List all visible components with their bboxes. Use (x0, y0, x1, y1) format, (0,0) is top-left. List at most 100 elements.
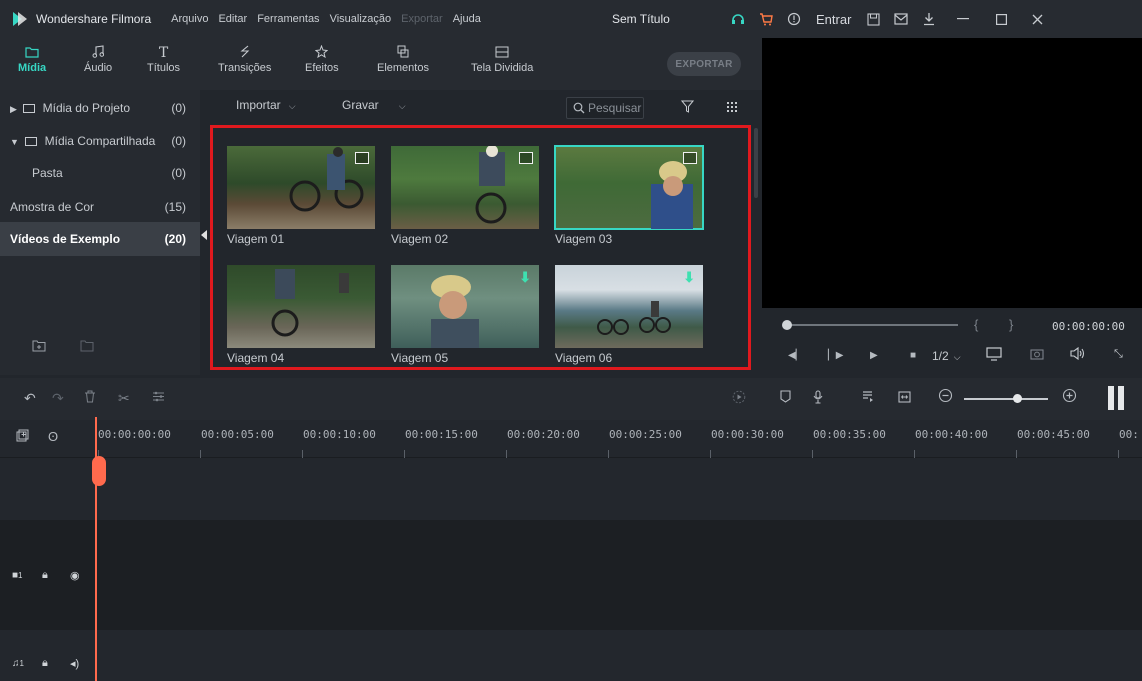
collapse-panel-icon[interactable] (201, 230, 207, 240)
tab-audio[interactable]: Áudio (84, 44, 112, 74)
tab-efeitos[interactable]: Efeitos (305, 44, 339, 74)
timeline-handle-left[interactable] (1108, 386, 1114, 410)
maximize-icon[interactable] (983, 0, 1019, 38)
render-icon[interactable] (732, 390, 746, 407)
zoom-slider-handle[interactable] (1013, 394, 1022, 403)
media-clip[interactable]: ⬇ Viagem 06 (555, 265, 703, 365)
volume-icon[interactable] (1070, 346, 1086, 363)
login-link[interactable]: Entrar (808, 12, 859, 27)
library-item-midia-do-projeto[interactable]: ▶ Mídia do Projeto (0) (0, 92, 200, 124)
mark-out-icon[interactable]: } (1009, 317, 1013, 332)
delete-icon[interactable] (84, 390, 96, 406)
folder-outline-icon[interactable] (80, 340, 94, 355)
previous-frame-icon[interactable]: ◀▏ (788, 350, 803, 361)
import-dropdown[interactable]: Importar ⌵ (236, 98, 296, 112)
display-icon[interactable] (986, 347, 1002, 364)
menu-visualizacao[interactable]: Visualização (330, 13, 392, 25)
tab-titulos[interactable]: T Títulos (147, 44, 180, 74)
audio-track[interactable]: ♫1 🔒︎ ◂) (0, 630, 1142, 681)
close-icon[interactable] (1019, 0, 1055, 38)
search-input[interactable]: Pesquisar (566, 97, 644, 119)
menu-exportar[interactable]: Exportar (401, 13, 443, 25)
media-scrollbar[interactable] (754, 128, 758, 198)
link-icon[interactable]: ʘ (48, 429, 58, 444)
playhead-handle[interactable] (92, 456, 106, 486)
timeline-ruler[interactable]: ʘ 00:00:00:00 00:00:05:00 00:00:10:00 00… (0, 420, 1142, 458)
snapshot-icon[interactable] (1030, 347, 1044, 363)
caret-down-icon[interactable]: ▼ (10, 137, 19, 147)
ruler-tick-label: 00:00:40:00 (915, 428, 988, 441)
tab-label: Títulos (147, 62, 181, 74)
tab-label: Efeitos (305, 62, 339, 74)
media-clip[interactable]: Viagem 03 (554, 145, 704, 246)
download-icon[interactable] (915, 0, 943, 38)
preview-progress-track[interactable] (784, 324, 958, 326)
video-clip-icon (519, 152, 533, 164)
tab-tela-dividida[interactable]: Tela Dividida (471, 44, 533, 74)
media-library-sidebar: ▶ Mídia do Projeto (0) ▼ Mídia Compartil… (0, 90, 207, 375)
download-icon[interactable]: ⬇ (683, 269, 695, 286)
zoom-slider-track[interactable] (964, 398, 1048, 400)
menu-editar[interactable]: Editar (218, 13, 247, 25)
adjust-icon[interactable] (152, 390, 165, 406)
lock-icon[interactable]: 🔒︎ (42, 657, 48, 670)
preview-window (762, 38, 1142, 308)
tab-transicoes[interactable]: Transições (218, 44, 271, 74)
filmora-window: Wondershare Filmora Arquivo Editar Ferra… (0, 0, 1142, 681)
ruler-tick (1118, 450, 1119, 458)
export-button[interactable]: EXPORTAR (667, 52, 741, 76)
add-track-icon[interactable] (16, 429, 29, 445)
support-icon[interactable] (724, 0, 752, 38)
ruler-tick-label: 00:00:35:00 (813, 428, 886, 441)
play-reverse-icon[interactable]: ▏▶ (828, 350, 843, 361)
record-dropdown[interactable]: Gravar ⌵ (342, 98, 406, 112)
tab-elementos[interactable]: Elementos (377, 44, 429, 74)
tab-midia[interactable]: Mídia (18, 44, 46, 74)
library-item-label: Vídeos de Exemplo (10, 232, 121, 246)
info-icon[interactable] (780, 0, 808, 38)
fullscreen-icon[interactable]: ⤡ (1114, 348, 1123, 361)
media-clip[interactable]: ⬇ Viagem 05 (391, 265, 539, 365)
new-folder-icon[interactable] (32, 340, 46, 355)
video-track[interactable]: ■1 🔒︎ ◉ (0, 520, 1142, 630)
library-item-videos-de-exemplo[interactable]: Vídeos de Exemplo (20) (0, 222, 200, 256)
library-item-pasta[interactable]: Pasta (0) (0, 157, 200, 189)
save-icon[interactable] (859, 0, 887, 38)
mail-icon[interactable] (887, 0, 915, 38)
minimize-icon[interactable] (943, 0, 983, 38)
media-clip[interactable]: Viagem 02 (391, 146, 539, 246)
menu-ajuda[interactable]: Ajuda (453, 13, 481, 25)
play-icon[interactable]: ▶ (870, 350, 878, 361)
undo-icon[interactable]: ↶ (24, 390, 36, 407)
grid-view-icon[interactable] (726, 101, 738, 116)
download-icon[interactable]: ⬇ (519, 269, 531, 286)
media-clip[interactable]: Viagem 01 (227, 146, 375, 246)
library-item-midia-compartilhada[interactable]: ▼ Mídia Compartilhada (0) (0, 125, 200, 157)
fit-timeline-icon[interactable] (898, 390, 911, 406)
preview-progress-handle[interactable] (782, 320, 792, 330)
timeline-handle-right[interactable] (1118, 386, 1124, 410)
caret-right-icon[interactable]: ▶ (10, 104, 17, 114)
microphone-icon[interactable] (812, 390, 824, 407)
mark-in-icon[interactable]: { (974, 317, 978, 332)
zoom-in-icon[interactable] (1062, 388, 1077, 406)
lock-icon[interactable]: 🔒︎ (42, 569, 48, 582)
marker-icon[interactable] (780, 390, 791, 406)
filter-icon[interactable] (680, 100, 695, 116)
redo-icon[interactable]: ↷ (52, 390, 64, 407)
zoom-out-icon[interactable] (938, 388, 953, 406)
cart-icon[interactable] (752, 0, 780, 38)
cut-icon[interactable]: ✂ (118, 390, 130, 407)
quality-dropdown[interactable]: 1/2 ⌵ (932, 349, 961, 363)
timeline-drop-area[interactable] (0, 458, 1142, 520)
library-item-amostra-de-cor[interactable]: Amostra de Cor (15) (0, 191, 200, 223)
menu-ferramentas[interactable]: Ferramentas (257, 13, 319, 25)
clip-thumbnail (391, 146, 539, 229)
eye-icon[interactable]: ◉ (70, 569, 80, 582)
clip-name: Viagem 02 (391, 232, 449, 246)
menu-arquivo[interactable]: Arquivo (171, 13, 208, 25)
voiceover-icon[interactable] (862, 390, 874, 406)
stop-icon[interactable]: ■ (910, 350, 916, 361)
speaker-icon[interactable]: ◂) (70, 657, 79, 670)
media-clip[interactable]: Viagem 04 (227, 265, 375, 365)
